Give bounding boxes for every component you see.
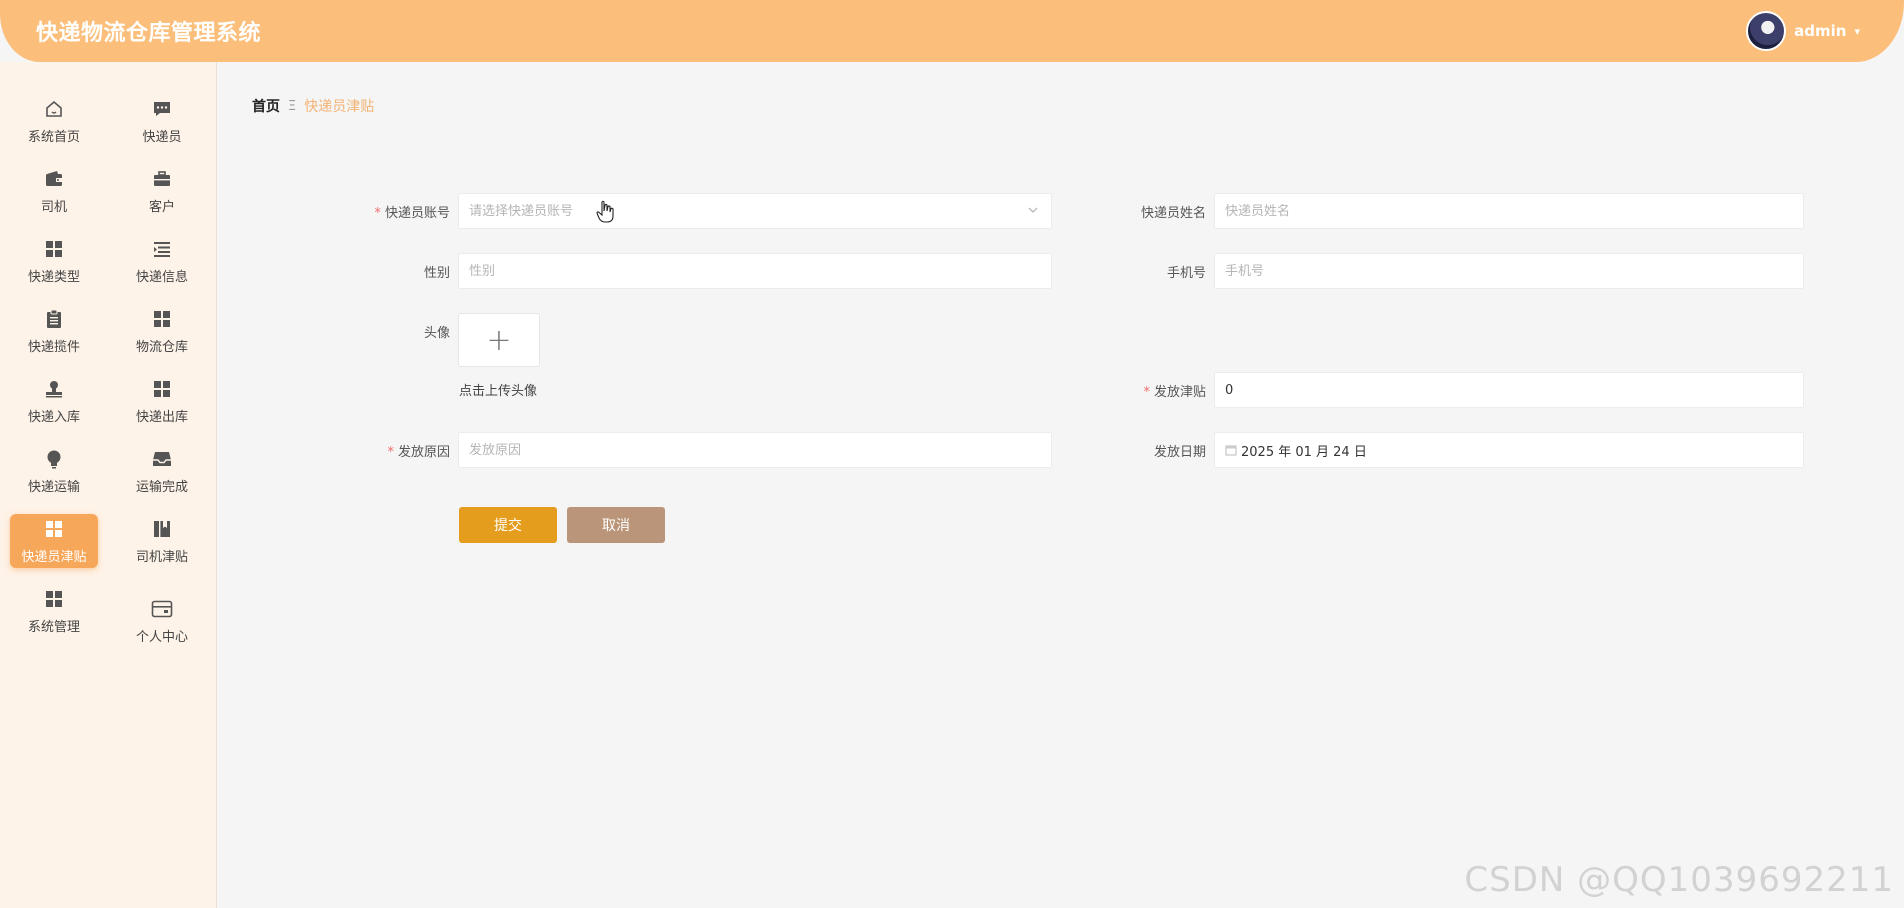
chat-icon <box>151 98 173 120</box>
stamp-icon <box>43 378 65 400</box>
inbox-icon <box>151 448 173 470</box>
courier-name-label: 快递员姓名 <box>1140 206 1206 221</box>
issue-date-value[interactable]: 2025 年 01 月 24 日 <box>1241 441 1367 460</box>
sidebar-item-label: 快递员津贴 <box>21 549 87 565</box>
watermark: CSDN @QQ1039692211 <box>1464 860 1894 900</box>
hand-cursor-icon <box>596 200 614 228</box>
sidebar-item-courier-allowance[interactable]: 快递员津贴 <box>0 510 108 572</box>
sidebar-item-label: 快递类型 <box>27 269 80 285</box>
sidebar-item-label: 物流仓库 <box>135 339 188 355</box>
reason-input[interactable] <box>469 442 1041 458</box>
submit-button[interactable]: 提交 <box>459 507 557 543</box>
top-header: 快递物流仓库管理系统 admin ▾ <box>0 0 1904 62</box>
sidebar-item-express-info[interactable]: 快递信息 <box>108 230 216 292</box>
allowance-label: * 发放津贴 <box>1143 385 1206 400</box>
chevron-down-icon <box>1027 204 1039 219</box>
cancel-button[interactable]: 取消 <box>567 507 665 543</box>
sidebar-item-label: 客户 <box>148 199 175 215</box>
sidebar-item-driver[interactable]: 司机 <box>0 160 108 222</box>
avatar-upload-button[interactable]: + <box>458 313 540 367</box>
courier-account-label: * 快递员账号 <box>374 206 450 221</box>
grid-icon <box>43 588 65 610</box>
briefcase-icon <box>151 168 173 190</box>
courier-account-input[interactable] <box>469 203 1041 219</box>
card-icon <box>151 598 173 620</box>
courier-account-select[interactable] <box>458 193 1052 229</box>
sidebar-item-transport[interactable]: 快递运输 <box>0 440 108 502</box>
reason-field[interactable] <box>458 432 1052 468</box>
phone-input[interactable] <box>1225 263 1793 279</box>
breadcrumb-current: 快递员津贴 <box>304 99 375 115</box>
calendar-icon <box>1225 444 1237 456</box>
user-menu[interactable]: admin ▾ <box>1746 11 1860 51</box>
gender-label: 性别 <box>423 266 450 281</box>
reason-label: * 发放原因 <box>387 445 450 460</box>
sidebar-item-label: 个人中心 <box>135 629 188 645</box>
sidebar-item-label: 快递员 <box>142 129 182 145</box>
sidebar-item-label: 快递揽件 <box>27 339 80 355</box>
plus-icon: + <box>486 322 512 358</box>
sidebar-item-customer[interactable]: 客户 <box>108 160 216 222</box>
gender-field[interactable] <box>458 253 1052 289</box>
courier-name-field[interactable] <box>1214 193 1804 229</box>
book-icon <box>151 518 173 540</box>
sidebar-item-system-admin[interactable]: 系统管理 <box>0 580 108 642</box>
sidebar: 系统首页 快递员 司机 客户 快递类型 快递信息 快递揽件 物流仓库 快递入库 … <box>0 62 217 908</box>
sidebar-item-label: 司机 <box>40 199 67 215</box>
chevron-down-icon[interactable]: ▾ <box>1854 25 1860 38</box>
breadcrumb-separator-icon: Ξ <box>288 98 297 114</box>
list-icon <box>151 238 173 260</box>
wallet-icon <box>43 168 65 190</box>
sidebar-item-label: 运输完成 <box>135 479 188 495</box>
grid-icon <box>151 308 173 330</box>
sidebar-item-transport-done[interactable]: 运输完成 <box>108 440 216 502</box>
sidebar-item-inbound[interactable]: 快递入库 <box>0 370 108 432</box>
avatar-label: 头像 <box>423 326 450 341</box>
bulb-icon <box>43 448 65 470</box>
issue-date-picker[interactable]: 2025 年 01 月 24 日 <box>1214 432 1804 468</box>
allowance-field[interactable]: 0 <box>1214 372 1804 408</box>
clipboard-icon <box>43 308 65 330</box>
sidebar-item-express-type[interactable]: 快递类型 <box>0 230 108 292</box>
avatar[interactable] <box>1746 11 1787 51</box>
sidebar-item-label: 快递出库 <box>135 409 188 425</box>
sidebar-item-pickup[interactable]: 快递揽件 <box>0 300 108 362</box>
sidebar-item-label: 快递入库 <box>27 409 80 425</box>
sidebar-item-home[interactable]: 系统首页 <box>0 90 108 152</box>
main-content: 首页 Ξ 快递员津贴 *快递员账号 快递员姓名 性别 手机号 头像 + 点击上传… <box>218 62 1904 908</box>
sidebar-item-outbound[interactable]: 快递出库 <box>108 370 216 432</box>
sidebar-item-label: 快递信息 <box>135 269 188 285</box>
breadcrumb: 首页 Ξ 快递员津贴 <box>252 96 374 116</box>
phone-field[interactable] <box>1214 253 1804 289</box>
sidebar-item-label: 系统首页 <box>27 129 80 145</box>
sidebar-item-label: 系统管理 <box>27 619 80 635</box>
allowance-input[interactable]: 0 <box>1225 383 1233 398</box>
issue-date-label: 发放日期 <box>1153 445 1206 460</box>
breadcrumb-home[interactable]: 首页 <box>252 96 280 116</box>
avatar-upload-hint: 点击上传头像 <box>459 384 538 399</box>
phone-label: 手机号 <box>1166 266 1206 281</box>
grid-icon <box>43 238 65 260</box>
sidebar-item-courier[interactable]: 快递员 <box>108 90 216 152</box>
gender-input[interactable] <box>469 263 1041 279</box>
sidebar-item-label: 快递运输 <box>27 479 80 495</box>
sidebar-menu: 系统首页 快递员 司机 客户 快递类型 快递信息 快递揽件 物流仓库 快递入库 … <box>0 86 216 656</box>
username[interactable]: admin <box>1794 22 1846 40</box>
sidebar-item-warehouse[interactable]: 物流仓库 <box>108 300 216 362</box>
app-title: 快递物流仓库管理系统 <box>36 21 262 46</box>
sidebar-item-label: 司机津贴 <box>135 549 188 565</box>
grid-icon <box>43 518 65 540</box>
courier-name-input[interactable] <box>1225 203 1793 219</box>
sidebar-item-profile[interactable]: 个人中心 <box>108 590 216 652</box>
grid-icon <box>151 378 173 400</box>
home-icon <box>43 98 65 120</box>
sidebar-item-driver-allowance[interactable]: 司机津贴 <box>108 510 216 572</box>
